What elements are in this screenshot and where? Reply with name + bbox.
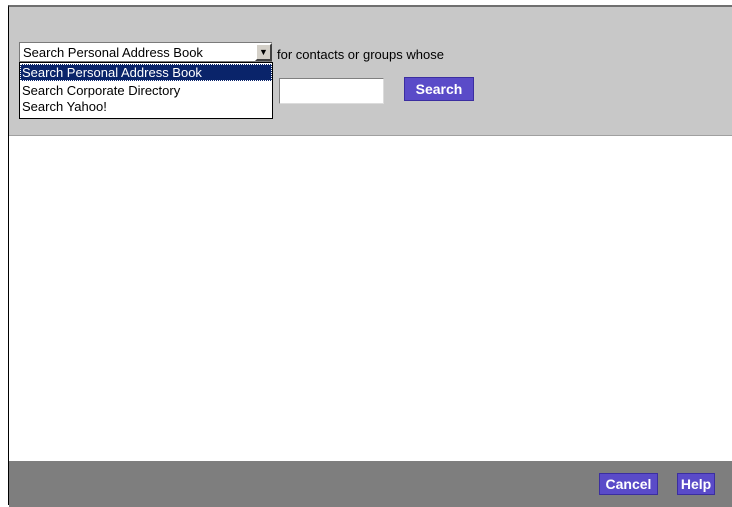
chevron-down-icon[interactable]: ▼: [255, 43, 272, 61]
search-query-input[interactable]: [279, 78, 384, 104]
search-scope-dropdown-list: Search Personal Address Book Search Corp…: [19, 62, 273, 119]
footer-bar: Cancel Help: [9, 461, 732, 507]
help-button[interactable]: Help: [677, 473, 715, 495]
search-panel: Search Personal Address Book ▼ for conta…: [9, 7, 732, 136]
search-scope-select[interactable]: Search Personal Address Book ▼: [19, 42, 272, 62]
dropdown-option-yahoo[interactable]: Search Yahoo!: [20, 98, 272, 115]
cancel-button[interactable]: Cancel: [599, 473, 658, 495]
results-area: [9, 136, 732, 461]
address-book-search-window: Search Personal Address Book ▼ for conta…: [8, 5, 732, 507]
dropdown-option-personal-address-book[interactable]: Search Personal Address Book: [20, 64, 272, 81]
search-scope-selected-value: Search Personal Address Book: [23, 45, 203, 60]
criteria-label: for contacts or groups whose: [277, 47, 444, 62]
search-button[interactable]: Search: [404, 77, 474, 101]
dropdown-option-corporate-directory[interactable]: Search Corporate Directory: [20, 82, 272, 99]
